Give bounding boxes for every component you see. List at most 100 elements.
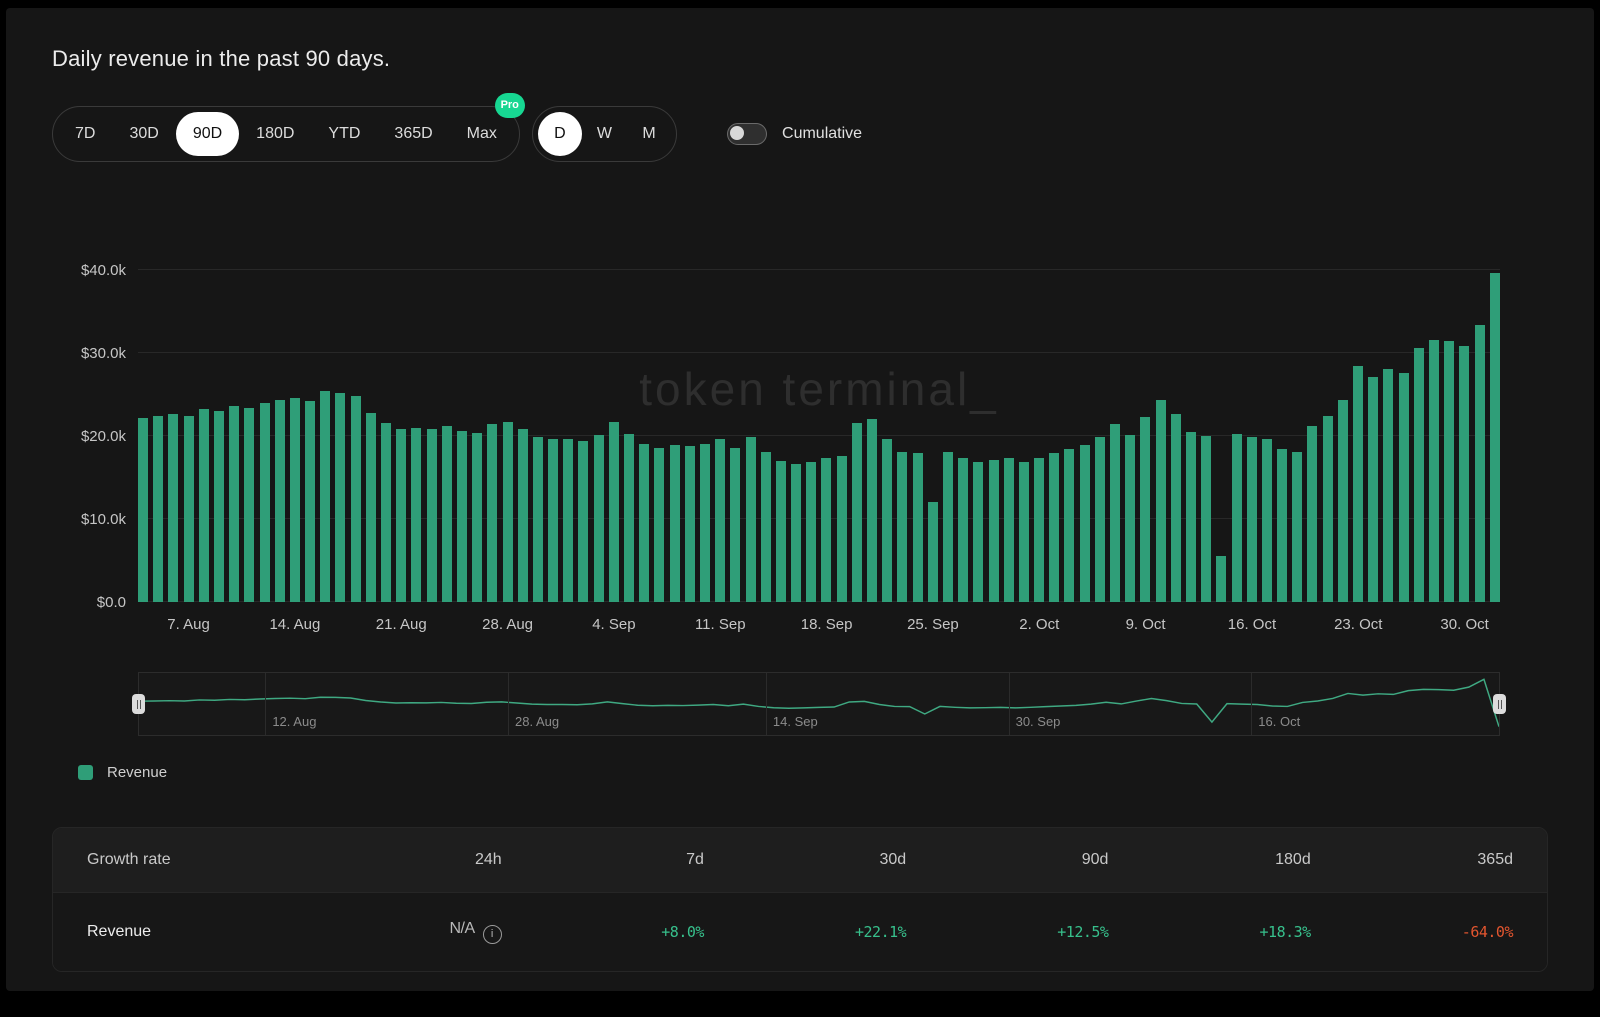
growth-table-header: Growth rate24h7d30d90d180d365d xyxy=(53,828,1547,892)
legend-label-revenue[interactable]: Revenue xyxy=(107,764,167,781)
legend-swatch-revenue xyxy=(78,765,93,780)
revenue-bar xyxy=(1444,341,1454,602)
revenue-bar xyxy=(229,406,239,602)
revenue-bar xyxy=(1262,439,1272,602)
revenue-bar xyxy=(366,413,376,602)
toggle-knob-icon xyxy=(730,126,744,140)
y-tick-label: $30.0k xyxy=(22,345,126,362)
revenue-bar xyxy=(973,462,983,602)
plot-area[interactable]: token terminal_ $0.0$10.0k$20.0k$30.0k$4… xyxy=(138,250,1500,602)
revenue-bar xyxy=(913,453,923,602)
revenue-bar xyxy=(442,426,452,602)
revenue-bar xyxy=(882,439,892,602)
revenue-bar xyxy=(761,452,771,602)
cumulative-label: Cumulative xyxy=(782,125,862,143)
revenue-bar xyxy=(1353,366,1363,602)
navigator-tick-label: 30. Sep xyxy=(1016,714,1061,729)
growth-value-90d: +12.5% xyxy=(906,923,1108,942)
revenue-bar xyxy=(1125,435,1135,602)
navigator-tick-label: 12. Aug xyxy=(272,714,316,729)
revenue-bar xyxy=(639,444,649,602)
navigator-tick-label: 16. Oct xyxy=(1258,714,1300,729)
revenue-bar xyxy=(1201,436,1211,602)
revenue-bar xyxy=(320,391,330,602)
revenue-bar xyxy=(1383,369,1393,602)
info-icon[interactable] xyxy=(483,925,502,944)
growth-header-7d: 7d xyxy=(502,851,704,869)
growth-header-24h: 24h xyxy=(299,851,501,869)
range-option-max[interactable]: Max xyxy=(450,112,514,156)
x-tick-label: 25. Sep xyxy=(907,616,959,633)
pro-badge: Pro xyxy=(495,93,525,118)
granularity-option-d[interactable]: D xyxy=(538,112,582,156)
revenue-bar xyxy=(153,416,163,602)
revenue-bar xyxy=(1110,424,1120,602)
y-tick-label: $10.0k xyxy=(22,511,126,528)
revenue-bar xyxy=(1004,458,1014,602)
revenue-bar xyxy=(503,422,513,602)
revenue-bar xyxy=(1323,416,1333,602)
y-tick-label: $40.0k xyxy=(22,262,126,279)
revenue-bar xyxy=(837,456,847,602)
revenue-bar xyxy=(1399,373,1409,602)
x-tick-label: 14. Aug xyxy=(269,616,320,633)
legend: Revenue xyxy=(78,764,1594,781)
x-tick-label: 2. Oct xyxy=(1019,616,1059,633)
growth-header-365d: 365d xyxy=(1311,851,1513,869)
cumulative-toggle[interactable] xyxy=(727,123,767,145)
revenue-bar xyxy=(1414,348,1424,602)
revenue-bar xyxy=(685,446,695,602)
page-title: Daily revenue in the past 90 days. xyxy=(52,46,1594,72)
revenue-bar xyxy=(654,448,664,602)
revenue-bar xyxy=(290,398,300,602)
revenue-bar xyxy=(1277,449,1287,602)
revenue-bar xyxy=(548,439,558,602)
revenue-bar xyxy=(1049,453,1059,602)
revenue-bar xyxy=(563,439,573,602)
growth-table: Growth rate24h7d30d90d180d365d RevenueN/… xyxy=(52,827,1548,972)
revenue-bar xyxy=(1307,426,1317,602)
range-option-365d[interactable]: 365D xyxy=(377,112,449,156)
revenue-bar xyxy=(715,439,725,602)
range-option-ytd[interactable]: YTD xyxy=(311,112,377,156)
revenue-bar xyxy=(1034,458,1044,602)
range-option-180d[interactable]: 180D xyxy=(239,112,311,156)
revenue-bar xyxy=(1140,417,1150,602)
revenue-bar xyxy=(730,448,740,602)
x-tick-label: 7. Aug xyxy=(167,616,210,633)
granularity-option-w[interactable]: W xyxy=(582,112,627,156)
revenue-bar xyxy=(1292,452,1302,602)
growth-value-text: +12.5% xyxy=(1057,923,1108,941)
revenue-bar xyxy=(533,437,543,602)
range-option-30d[interactable]: 30D xyxy=(112,112,175,156)
range-option-90d[interactable]: 90D xyxy=(176,112,239,156)
range-option-7d[interactable]: 7D xyxy=(58,112,112,156)
revenue-bar xyxy=(852,423,862,602)
revenue-bar xyxy=(670,445,680,602)
revenue-bar xyxy=(518,429,528,602)
revenue-bar xyxy=(396,429,406,602)
revenue-bar xyxy=(806,462,816,602)
bars-container xyxy=(138,250,1500,602)
x-tick-label: 16. Oct xyxy=(1228,616,1276,633)
revenue-bar xyxy=(624,434,634,603)
revenue-bar xyxy=(381,423,391,602)
range-navigator[interactable]: 12. Aug 28. Aug 14. Sep 30. Sep 16. Oct xyxy=(138,672,1500,736)
revenue-bar xyxy=(1368,377,1378,602)
navigator-gridline xyxy=(1009,673,1010,735)
revenue-bar xyxy=(821,458,831,602)
navigator-handle-right[interactable] xyxy=(1493,694,1506,714)
revenue-bar xyxy=(199,409,209,602)
navigator-gridline xyxy=(766,673,767,735)
navigator-tick-label: 14. Sep xyxy=(773,714,818,729)
revenue-bar xyxy=(214,411,224,602)
y-tick-label: $20.0k xyxy=(22,428,126,445)
navigator-handle-left[interactable] xyxy=(132,694,145,714)
revenue-bar xyxy=(1475,325,1485,602)
revenue-bar xyxy=(609,422,619,602)
granularity-option-m[interactable]: M xyxy=(627,112,671,156)
x-tick-label: 23. Oct xyxy=(1334,616,1382,633)
growth-header-90d: 90d xyxy=(906,851,1108,869)
navigator-tick-label: 28. Aug xyxy=(515,714,559,729)
controls-row: Pro 7D30D90D180DYTD365DMax DWM Cumulativ… xyxy=(52,106,1594,162)
